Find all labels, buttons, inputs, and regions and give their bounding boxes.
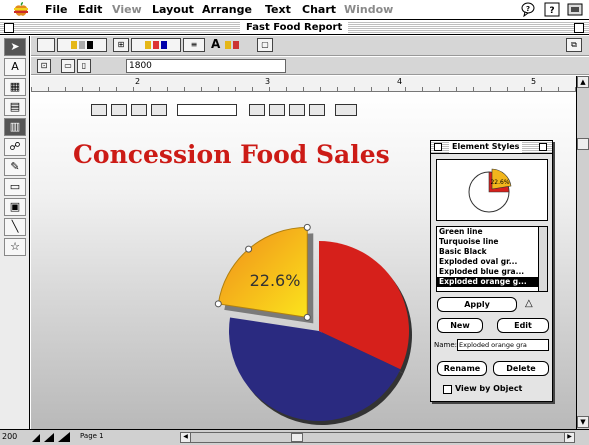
zoom-box-icon[interactable] [574,23,584,33]
link-button[interactable]: ⊡ [37,59,51,73]
window-title: Fast Food Report [240,21,349,34]
style-preview: 22.6% [436,159,548,221]
style-list-item[interactable]: Exploded oval gr... [437,257,538,267]
style-list-item-selected[interactable]: Exploded orange g... [437,277,538,287]
table-tool-icon[interactable]: ▦ [4,78,26,96]
star-tool-icon[interactable]: ☆ [4,238,26,256]
style-list[interactable]: Green line Turquoise line Basic Black Ex… [436,226,539,292]
menu-layout[interactable]: Layout [152,3,194,16]
selection-handle[interactable] [245,245,253,253]
window-title-bar[interactable]: Fast Food Report [0,21,589,35]
width-button[interactable]: ▭ [61,59,75,73]
selection-handle[interactable] [214,300,222,308]
chart-tool-icon[interactable]: ▥ [4,118,26,136]
style-list-item[interactable]: Exploded blue gra... [437,267,538,277]
horizontal-scrollbar[interactable]: ◀ ▶ [180,432,575,443]
grid-tool-icon[interactable]: ▤ [4,98,26,116]
help-menu-icon[interactable]: ? [544,2,560,17]
fill-none-button[interactable] [37,38,55,52]
page-indicator[interactable]: Page 1 [80,432,104,440]
line-pattern-button[interactable] [131,38,181,52]
ruler-number: 2 [135,77,141,86]
menu-file[interactable]: File [45,3,68,16]
status-bar: 200 Page 1 ◀ ▶ [0,429,589,445]
menu-window[interactable]: Window [344,3,393,16]
panel-title-bar[interactable]: Element Styles [431,141,552,154]
ruler-number: 3 [265,77,271,86]
panel-zoom-icon[interactable] [539,143,547,151]
arrow-tool-icon[interactable]: ➤ [4,38,26,56]
apply-button[interactable]: Apply [437,297,517,312]
scroll-left-icon[interactable]: ◀ [181,433,191,442]
rectangle-tool-icon[interactable]: ▭ [4,178,26,196]
text-tool-icon[interactable]: A [4,58,26,76]
preview-pie-chart: 22.6% [468,168,512,213]
menu-bar: File Edit View Layout Arrange Text Chart… [0,0,589,20]
size-toolbar: ⊡ ▭ ▯ 1800 [31,57,589,75]
menu-chart[interactable]: Chart [302,3,336,16]
new-style-button[interactable]: New [437,318,483,333]
view-by-object-label: View by Object [455,384,523,393]
svg-text:?: ? [526,5,530,13]
text-color-button[interactable]: A [211,38,251,52]
format-toolbar: ⊞ ≡ A ▢ ⧉ [31,36,589,56]
horizontal-ruler: 2 3 4 5 [31,76,576,92]
selection-handle[interactable] [303,313,311,321]
image-tool-icon[interactable]: ▣ [4,198,26,216]
vertical-scrollbar[interactable]: ▲ ▼ [576,76,589,429]
frame-button[interactable]: ▢ [257,38,273,52]
ruler-number: 4 [397,77,403,86]
horizontal-scroll-thumb[interactable] [291,433,303,442]
panel-title: Element Styles [449,141,523,153]
style-list-item[interactable]: Green line [437,227,538,237]
apple-menu-icon[interactable] [14,2,28,17]
palette-toggle-button[interactable]: ⧉ [566,38,582,52]
scroll-thumb[interactable] [577,138,589,150]
panel-close-icon[interactable] [434,143,442,151]
preview-slice-label: 22.6% [490,179,509,186]
size-field[interactable]: 1800 [126,59,286,73]
close-box-icon[interactable] [4,23,14,33]
table-style-button[interactable]: ⊞ [113,38,129,52]
style-list-scrollbar[interactable] [539,226,548,292]
view-by-object-checkbox[interactable] [443,385,452,394]
style-list-item[interactable]: Turquoise line [437,237,538,247]
line-tool-icon[interactable]: ╲ [4,218,26,236]
menu-view[interactable]: View [112,3,142,16]
edit-style-button[interactable]: Edit [497,318,549,333]
ruler-number: 5 [531,77,537,86]
name-label: Name: [434,341,458,349]
zoom-level[interactable]: 200 [2,432,17,441]
menu-edit[interactable]: Edit [78,3,102,16]
pie-slice-label: 22.6% [250,271,301,290]
pencil-tool-icon[interactable]: ✎ [4,158,26,176]
selection-handle[interactable] [303,223,311,231]
tool-palette: ➤ A ▦ ▤ ▥ ☍ ✎ ▭ ▣ ╲ ☆ [0,36,30,429]
zoom-controls-icon[interactable] [30,432,74,443]
balloon-help-icon[interactable]: ? [520,2,536,17]
line-width-button[interactable]: ≡ [183,38,205,52]
scroll-right-icon[interactable]: ▶ [564,433,574,442]
scroll-down-icon[interactable]: ▼ [577,416,589,428]
scroll-up-icon[interactable]: ▲ [577,76,589,88]
fill-pattern-button[interactable] [57,38,107,52]
application-menu-icon[interactable] [566,2,584,17]
menu-text[interactable]: Text [265,3,291,16]
svg-text:?: ? [549,6,554,16]
height-button[interactable]: ▯ [77,59,91,73]
collapse-arrow-icon[interactable]: △ [525,298,533,309]
style-list-item[interactable]: Basic Black [437,247,538,257]
delete-button[interactable]: Delete [493,361,549,376]
style-name-field[interactable]: Exploded orange gra [457,339,549,351]
element-styles-panel: Element Styles 22.6% Green line Turquois… [430,140,553,402]
menu-arrange[interactable]: Arrange [202,3,252,16]
org-chart-tool-icon[interactable]: ☍ [4,138,26,156]
rename-button[interactable]: Rename [437,361,487,376]
